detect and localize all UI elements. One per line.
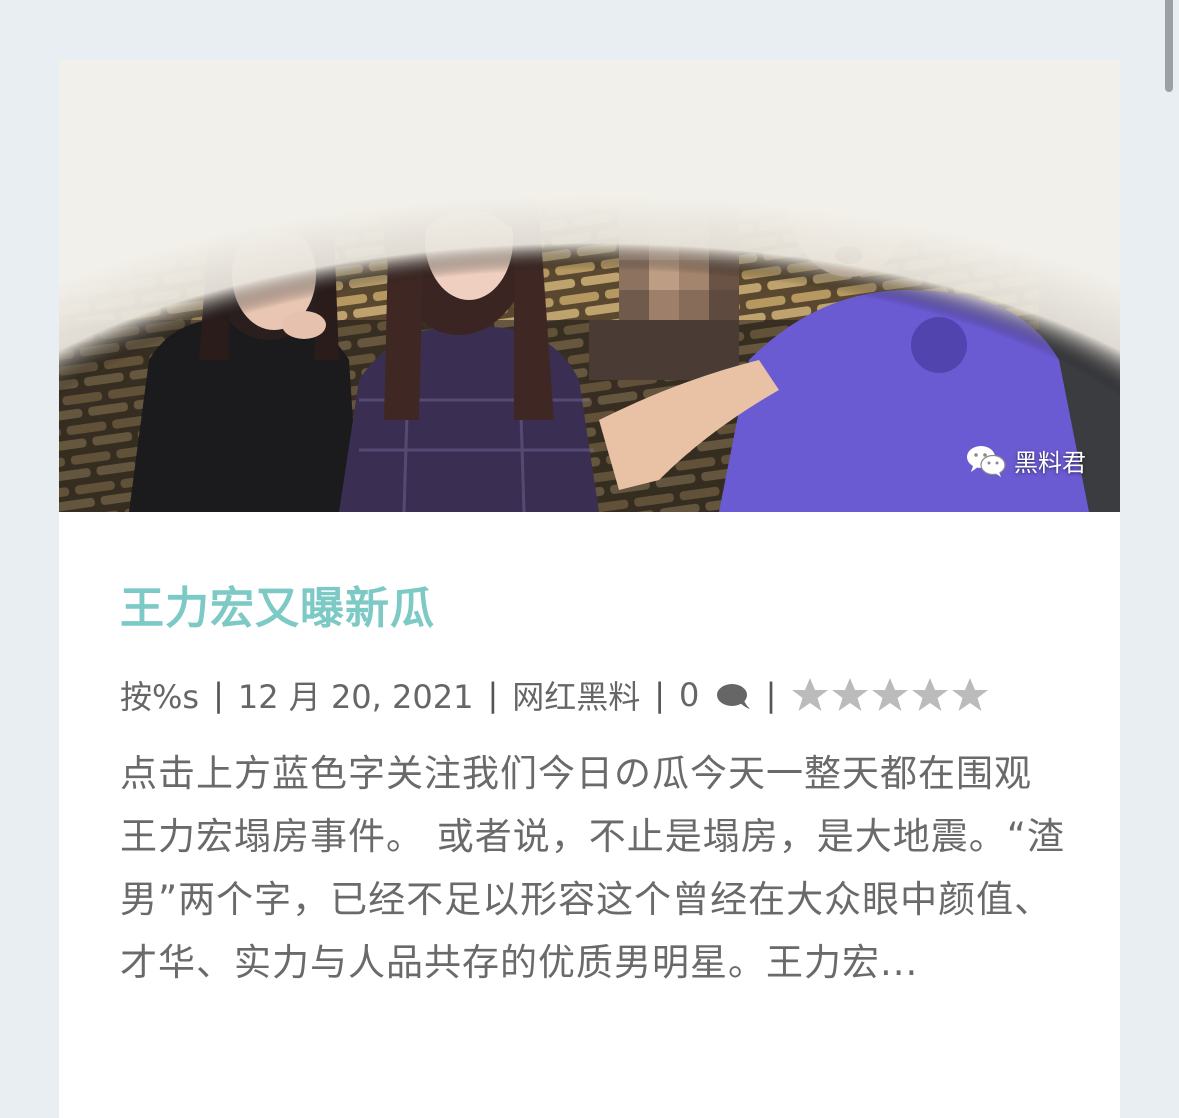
post-image [59,60,1120,512]
post-excerpt: 点击上方蓝色字关注我们今日の瓜今天一整天都在围观王力宏塌房事件。 或者说，不止是… [120,752,1065,984]
comment-icon [716,684,750,711]
meta-separator: | [765,676,777,714]
star-icon[interactable] [790,676,830,714]
wechat-icon [967,445,1006,477]
star-icon[interactable] [950,676,990,714]
watermark-text: 黑料君 [1014,449,1086,477]
comment-count: 0 [679,676,700,714]
post-rating[interactable] [790,676,990,714]
post-card: 黑料君 王力宏又曝新瓜 按%s | 12 月 20, 2021 | 网红黑料 |… [59,60,1120,1118]
post-category-link[interactable]: 网红黑料 [512,672,640,718]
star-icon[interactable] [910,676,950,714]
meta-separator: | [213,676,224,714]
star-icon[interactable] [830,676,870,714]
star-icon[interactable] [870,676,910,714]
meta-separator: | [487,676,499,714]
post-date: 12 月 20, 2021 [237,678,474,716]
scrollbar[interactable] [1165,0,1173,92]
meta-separator: | [654,676,666,714]
post-thumbnail[interactable]: 黑料君 [59,60,1120,512]
image-watermark: 黑料君 [966,443,1086,478]
post-meta: 按%s | 12 月 20, 2021 | 网红黑料 | 0 | [120,670,990,720]
post-comments-link[interactable]: 0 [679,676,752,714]
post-author: 按%s [120,678,200,716]
post-title[interactable]: 王力宏又曝新瓜 [120,572,435,636]
